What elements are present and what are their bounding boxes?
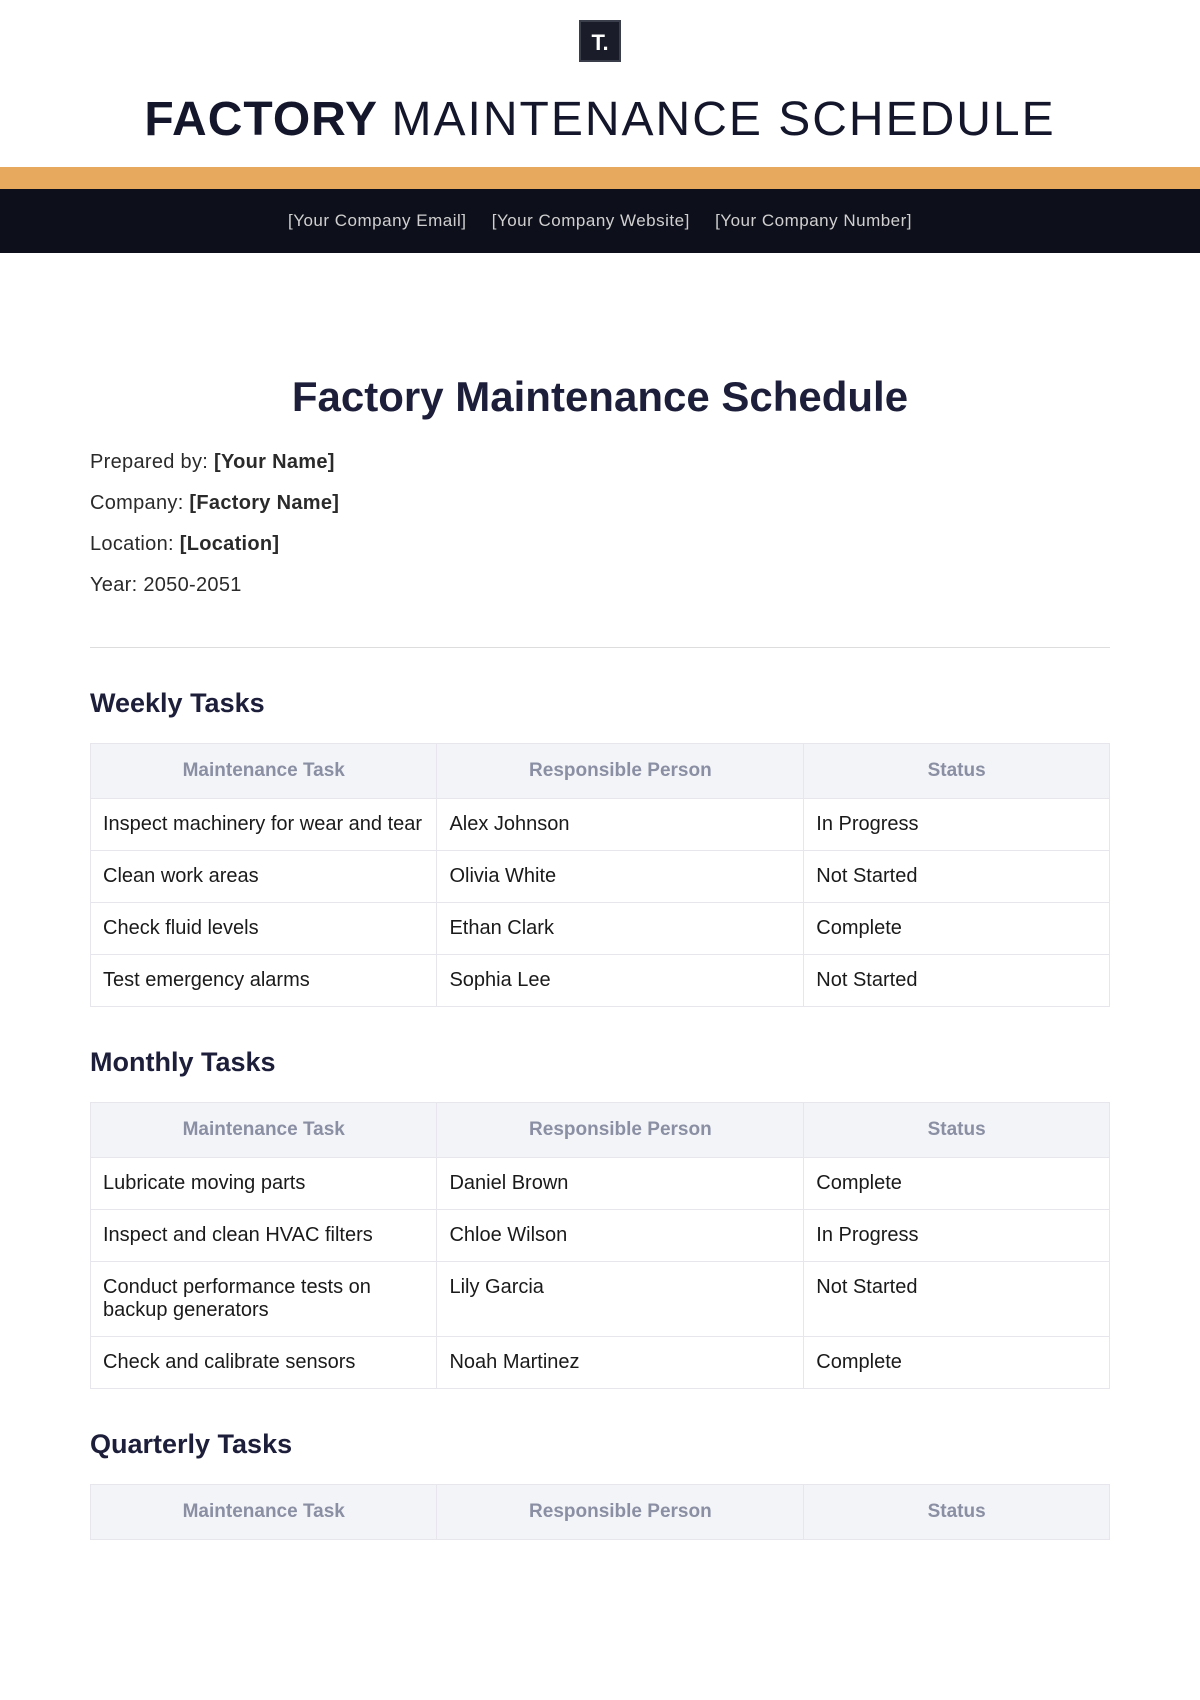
cell-status: Complete [804,903,1110,955]
cell-task: Check fluid levels [91,903,437,955]
table-weekly: Maintenance Task Responsible Person Stat… [90,743,1110,1007]
table-row: Check and calibrate sensors Noah Martine… [91,1337,1110,1389]
table-row: Inspect and clean HVAC filters Chloe Wil… [91,1210,1110,1262]
meta-company: Company: [Factory Name] [90,492,1110,515]
main-header-title-light: MAINTENANCE SCHEDULE [392,93,1056,146]
table-row: Clean work areas Olivia White Not Starte… [91,851,1110,903]
cell-person: Alex Johnson [437,799,804,851]
cell-person: Chloe Wilson [437,1210,804,1262]
meta-prepared-value: [Your Name] [214,451,335,473]
col-status: Status [804,744,1110,799]
logo-container: T. [0,0,1200,62]
meta-location-value: [Location] [180,533,280,555]
cell-task: Lubricate moving parts [91,1158,437,1210]
contact-website: [Your Company Website] [492,211,690,230]
table-row: Lubricate moving parts Daniel Brown Comp… [91,1158,1110,1210]
cell-task: Inspect machinery for wear and tear [91,799,437,851]
table-row: Check fluid levels Ethan Clark Complete [91,903,1110,955]
cell-task: Clean work areas [91,851,437,903]
cell-status: Complete [804,1158,1110,1210]
section-title-weekly: Weekly Tasks [90,688,1110,719]
cell-person: Ethan Clark [437,903,804,955]
main-header-title: FACTORY MAINTENANCE SCHEDULE [0,92,1200,147]
cell-task: Test emergency alarms [91,955,437,1007]
accent-bar [0,167,1200,189]
col-person: Responsible Person [437,1103,804,1158]
main-header-title-bold: FACTORY [144,93,377,146]
cell-person: Olivia White [437,851,804,903]
section-title-monthly: Monthly Tasks [90,1047,1110,1078]
cell-status: In Progress [804,799,1110,851]
col-task: Maintenance Task [91,1485,437,1540]
meta-location-label: Location: [90,533,174,555]
divider [90,647,1110,648]
col-task: Maintenance Task [91,1103,437,1158]
cell-person: Daniel Brown [437,1158,804,1210]
cell-status: Not Started [804,851,1110,903]
contact-bar: [Your Company Email] [Your Company Websi… [0,189,1200,253]
cell-status: Complete [804,1337,1110,1389]
cell-status: Not Started [804,955,1110,1007]
table-row: Conduct performance tests on backup gene… [91,1262,1110,1337]
contact-number: [Your Company Number] [715,211,912,230]
table-row: Inspect machinery for wear and tear Alex… [91,799,1110,851]
meta-company-label: Company: [90,492,184,514]
table-header-row: Maintenance Task Responsible Person Stat… [91,1485,1110,1540]
cell-task: Conduct performance tests on backup gene… [91,1262,437,1337]
col-task: Maintenance Task [91,744,437,799]
section-title-quarterly: Quarterly Tasks [90,1429,1110,1460]
cell-task: Inspect and clean HVAC filters [91,1210,437,1262]
cell-person: Sophia Lee [437,955,804,1007]
cell-person: Noah Martinez [437,1337,804,1389]
col-person: Responsible Person [437,1485,804,1540]
document-body: Factory Maintenance Schedule Prepared by… [0,253,1200,1580]
table-header-row: Maintenance Task Responsible Person Stat… [91,1103,1110,1158]
col-status: Status [804,1485,1110,1540]
table-monthly: Maintenance Task Responsible Person Stat… [90,1102,1110,1389]
table-quarterly: Maintenance Task Responsible Person Stat… [90,1484,1110,1540]
table-header-row: Maintenance Task Responsible Person Stat… [91,744,1110,799]
cell-status: In Progress [804,1210,1110,1262]
document-title: Factory Maintenance Schedule [90,373,1110,421]
meta-year-label: Year: [90,574,137,596]
col-person: Responsible Person [437,744,804,799]
brand-logo-icon: T. [579,20,621,62]
contact-email: [Your Company Email] [288,211,467,230]
main-header: FACTORY MAINTENANCE SCHEDULE [0,62,1200,167]
meta-year-value: 2050-2051 [143,574,241,596]
meta-prepared-label: Prepared by: [90,451,208,473]
col-status: Status [804,1103,1110,1158]
meta-prepared-by: Prepared by: [Your Name] [90,451,1110,474]
table-row: Test emergency alarms Sophia Lee Not Sta… [91,955,1110,1007]
meta-company-value: [Factory Name] [189,492,339,514]
cell-task: Check and calibrate sensors [91,1337,437,1389]
meta-location: Location: [Location] [90,533,1110,556]
meta-year: Year: 2050-2051 [90,574,1110,597]
cell-person: Lily Garcia [437,1262,804,1337]
cell-status: Not Started [804,1262,1110,1337]
